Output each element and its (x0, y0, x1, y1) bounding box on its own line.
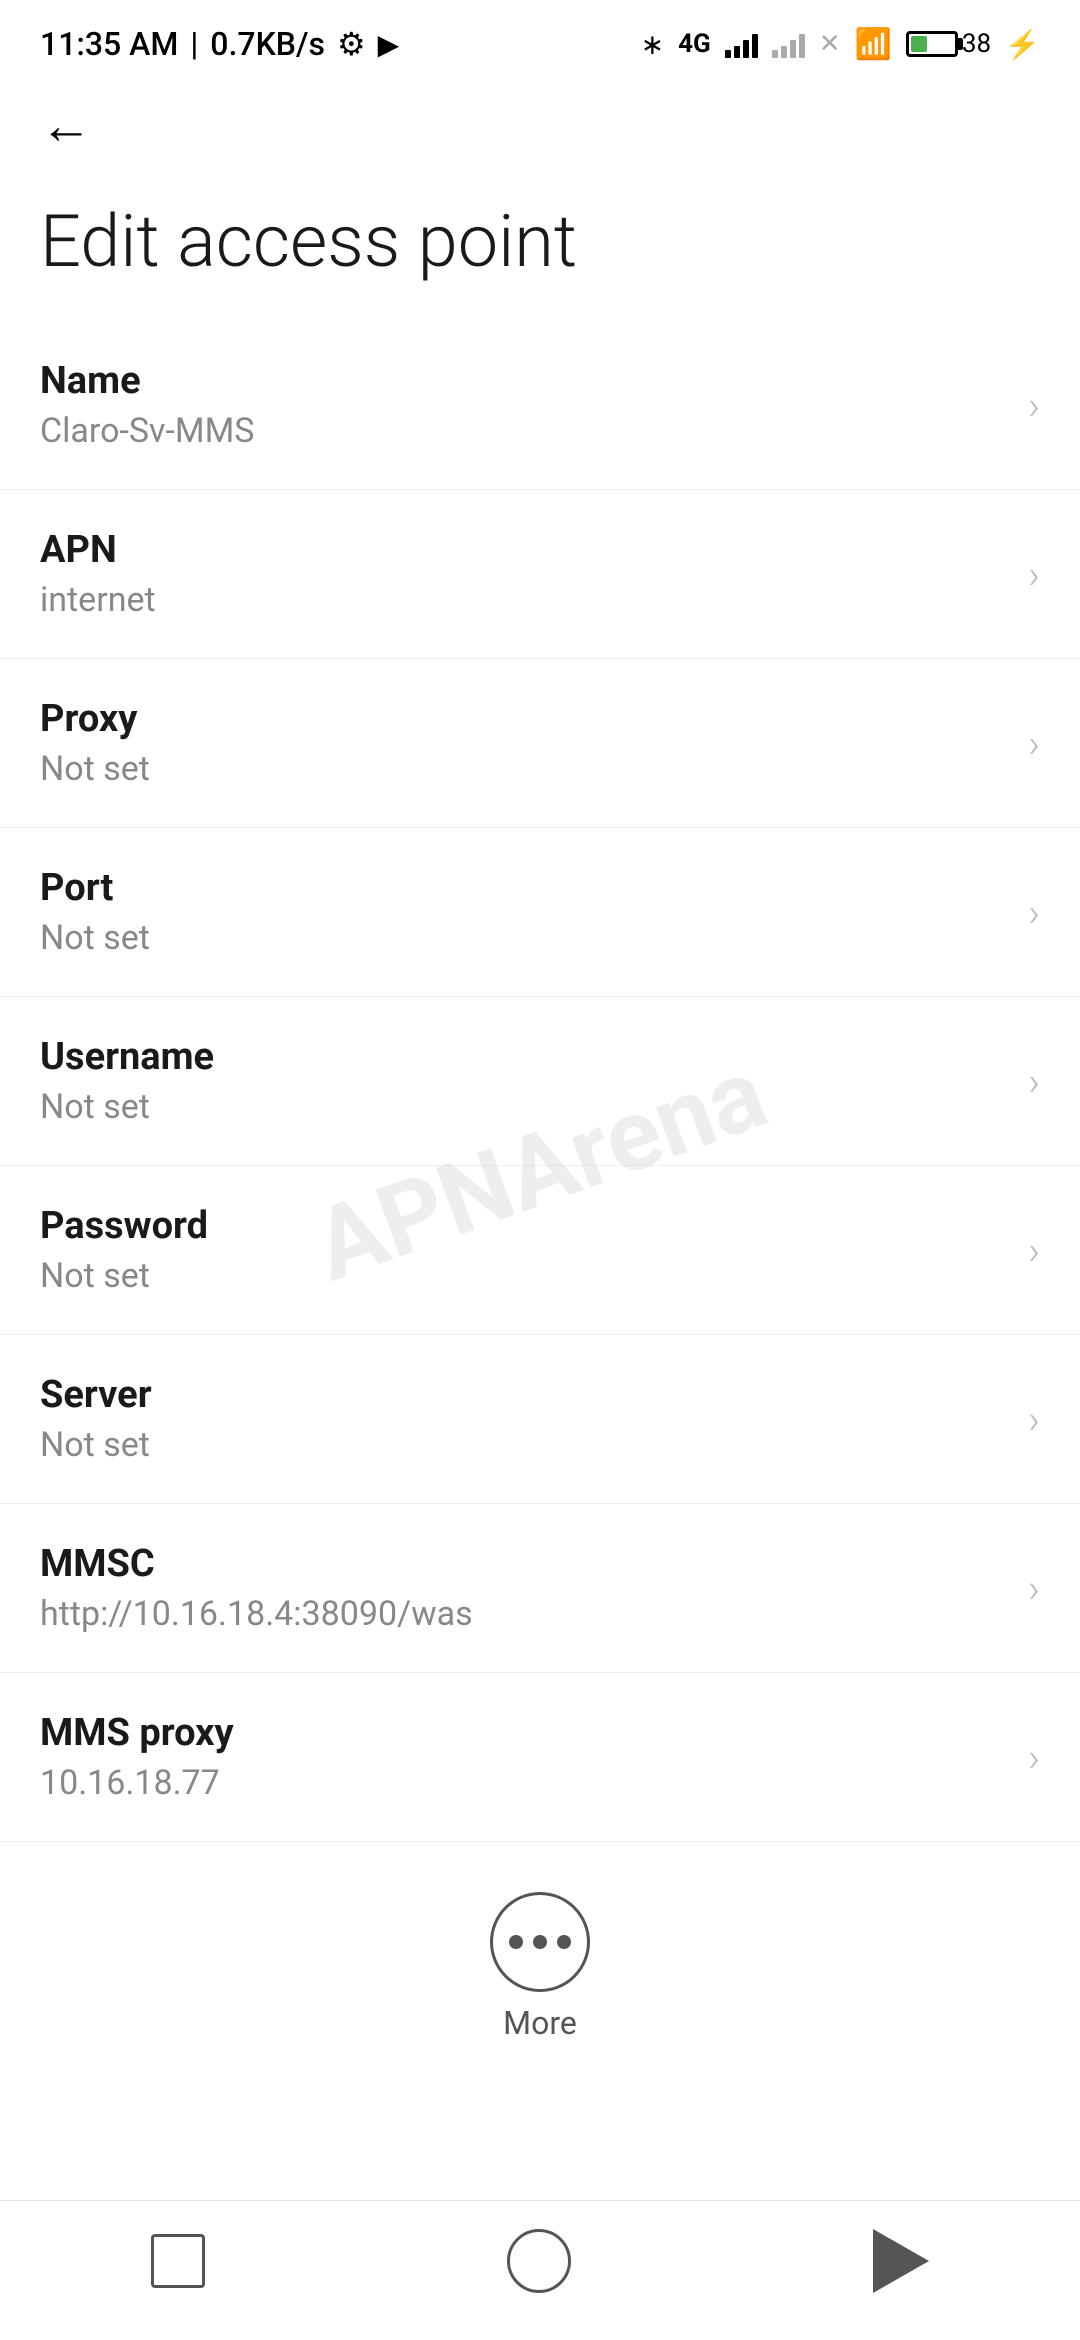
chevron-mmsc: › (1028, 1565, 1040, 1612)
back-triangle-icon (873, 2229, 929, 2293)
settings-value-port: Not set (40, 918, 150, 958)
status-network-speed: 0.7KB/s (210, 25, 325, 63)
settings-label-apn: APN (40, 528, 156, 572)
no-signal-icon: ✕ (819, 29, 841, 59)
status-divider: | (190, 25, 198, 63)
settings-item-mms-proxy[interactable]: MMS proxy 10.16.18.77 › (0, 1673, 1080, 1842)
settings-value-mms-proxy: 10.16.18.77 (40, 1763, 234, 1803)
chevron-name: › (1028, 382, 1040, 429)
settings-label-mmsc: MMSC (40, 1542, 473, 1586)
more-label: More (503, 2004, 577, 2042)
settings-item-mmsc[interactable]: MMSC http://10.16.18.4:38090/was › (0, 1504, 1080, 1673)
settings-item-password-content: Password Not set (40, 1204, 208, 1296)
status-time-network: 11:35 AM | 0.7KB/s ⚙ ▶ (40, 25, 399, 63)
battery-percent: 38 (962, 29, 991, 59)
nav-home-button[interactable] (507, 2229, 571, 2293)
settings-value-mmsc: http://10.16.18.4:38090/was (40, 1594, 473, 1634)
settings-value-apn: internet (40, 580, 156, 620)
settings-item-port[interactable]: Port Not set › (0, 828, 1080, 997)
settings-item-name[interactable]: Name Claro-Sv-MMS › (0, 321, 1080, 490)
settings-label-proxy: Proxy (40, 697, 150, 741)
settings-item-password[interactable]: Password Not set › (0, 1166, 1080, 1335)
video-icon: ▶ (378, 28, 400, 61)
chevron-server: › (1028, 1396, 1040, 1443)
settings-list: Name Claro-Sv-MMS › APN internet › Proxy… (0, 321, 1080, 1842)
settings-value-proxy: Not set (40, 749, 150, 789)
bottom-nav (0, 2200, 1080, 2340)
settings-item-mms-proxy-content: MMS proxy 10.16.18.77 (40, 1711, 234, 1803)
settings-label-mms-proxy: MMS proxy (40, 1711, 234, 1755)
settings-label-username: Username (40, 1035, 214, 1079)
settings-value-name: Claro-Sv-MMS (40, 411, 254, 451)
settings-value-password: Not set (40, 1256, 208, 1296)
settings-label-port: Port (40, 866, 150, 910)
settings-item-username-content: Username Not set (40, 1035, 214, 1127)
more-dots-icon (509, 1935, 571, 1949)
settings-label-password: Password (40, 1204, 208, 1248)
settings-item-apn-content: APN internet (40, 528, 156, 620)
nav-recents-button[interactable] (151, 2234, 205, 2288)
battery-indicator: 38 (906, 29, 991, 59)
charging-icon: ⚡ (1005, 28, 1040, 61)
settings-item-proxy[interactable]: Proxy Not set › (0, 659, 1080, 828)
chevron-username: › (1028, 1058, 1040, 1105)
signal-bars-1 (725, 30, 758, 58)
settings-item-port-content: Port Not set (40, 866, 150, 958)
settings-value-server: Not set (40, 1425, 152, 1465)
settings-label-server: Server (40, 1373, 152, 1417)
settings-value-username: Not set (40, 1087, 214, 1127)
settings-item-proxy-content: Proxy Not set (40, 697, 150, 789)
settings-item-server-content: Server Not set (40, 1373, 152, 1465)
recents-square-icon (151, 2234, 205, 2288)
settings-label-name: Name (40, 359, 254, 403)
status-right-icons: ∗ 4G ✕ 📶 38 ⚡ (641, 27, 1040, 62)
chevron-port: › (1028, 889, 1040, 936)
back-button[interactable]: ← (40, 100, 92, 152)
bluetooth-icon: ∗ (641, 28, 664, 61)
status-time: 11:35 AM (40, 25, 178, 63)
settings-item-server[interactable]: Server Not set › (0, 1335, 1080, 1504)
wifi-icon: 📶 (855, 27, 892, 62)
settings-icon: ⚙ (337, 25, 366, 63)
chevron-proxy: › (1028, 720, 1040, 767)
signal-bars-2 (772, 30, 805, 58)
nav-back-button[interactable] (873, 2229, 929, 2293)
settings-item-mmsc-content: MMSC http://10.16.18.4:38090/was (40, 1542, 473, 1634)
top-nav: ← (0, 80, 1080, 172)
page-title: Edit access point (0, 172, 1080, 321)
status-bar: 11:35 AM | 0.7KB/s ⚙ ▶ ∗ 4G ✕ 📶 38 ⚡ (0, 0, 1080, 80)
more-button-area: More (0, 1842, 1080, 2082)
chevron-mms-proxy: › (1028, 1734, 1040, 1781)
settings-item-apn[interactable]: APN internet › (0, 490, 1080, 659)
settings-item-name-content: Name Claro-Sv-MMS (40, 359, 254, 451)
chevron-password: › (1028, 1227, 1040, 1274)
home-circle-icon (507, 2229, 571, 2293)
chevron-apn: › (1028, 551, 1040, 598)
settings-item-username[interactable]: Username Not set › (0, 997, 1080, 1166)
network-4g-icon: 4G (678, 29, 711, 59)
more-button[interactable] (490, 1892, 590, 1992)
